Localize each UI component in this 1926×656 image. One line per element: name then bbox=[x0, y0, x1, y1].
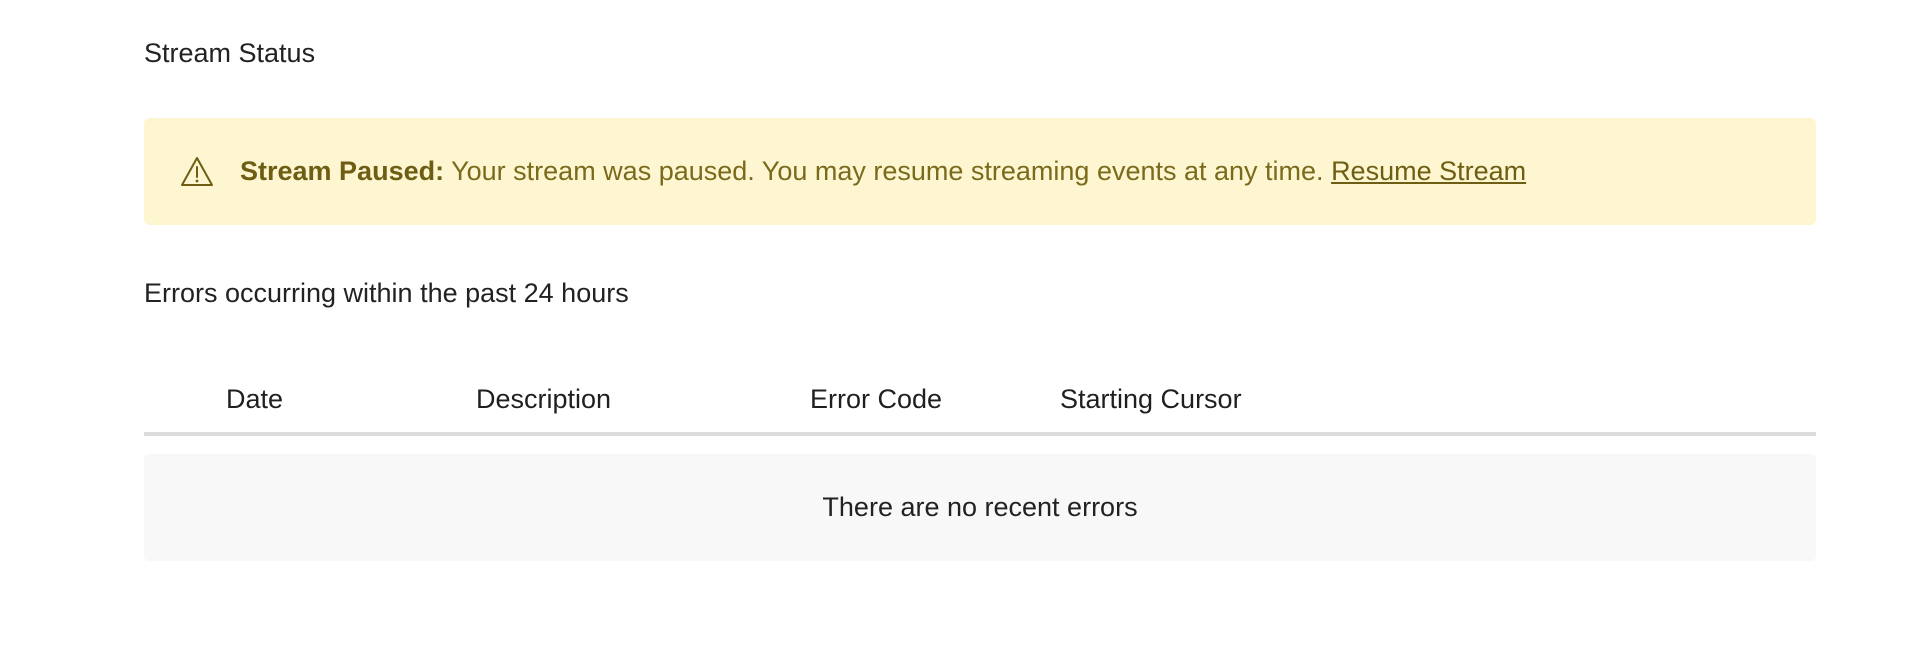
alert-message: Stream Paused: Your stream was paused. Y… bbox=[240, 156, 1526, 187]
column-header-starting-cursor[interactable]: Starting Cursor bbox=[1060, 382, 1242, 416]
empty-state-message: There are no recent errors bbox=[822, 492, 1138, 522]
column-header-date[interactable]: Date bbox=[226, 382, 283, 416]
alert-heading: Stream Paused: bbox=[240, 156, 445, 186]
warning-triangle-icon bbox=[180, 155, 214, 189]
column-header-error-code[interactable]: Error Code bbox=[810, 382, 942, 416]
column-header-description[interactable]: Description bbox=[476, 382, 611, 416]
stream-paused-alert: Stream Paused: Your stream was paused. Y… bbox=[144, 118, 1816, 225]
stream-status-title: Stream Status bbox=[144, 38, 316, 68]
errors-section-title: Errors occurring within the past 24 hour… bbox=[144, 278, 629, 308]
resume-stream-link[interactable]: Resume Stream bbox=[1331, 156, 1526, 186]
alert-body: Your stream was paused. You may resume s… bbox=[444, 156, 1332, 186]
errors-table-header: Date Description Error Code Starting Cur… bbox=[144, 370, 1816, 436]
errors-empty-state: There are no recent errors bbox=[144, 454, 1816, 561]
